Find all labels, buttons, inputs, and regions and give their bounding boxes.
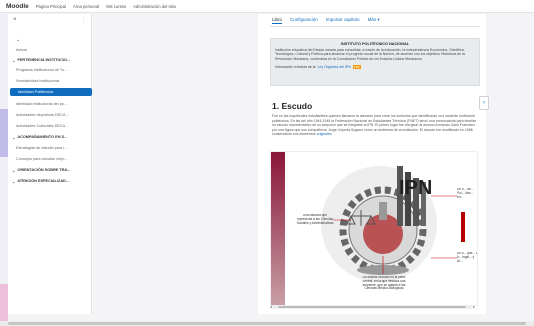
drawer-item-actividades-deportivas[interactable]: Actividades deportivas DECA... — [8, 111, 92, 119]
chevron-right-icon: › — [483, 100, 485, 106]
nav-link-dashboard[interactable]: Área personal — [73, 4, 99, 9]
pdf-icon[interactable]: PDF — [352, 65, 361, 70]
drawer-header: × ⋮ — [8, 14, 91, 26]
chevron-down-icon: ⌄ — [12, 57, 16, 63]
infobox-title: INSTITUTO POLITÉCNICO NACIONAL — [340, 42, 410, 46]
drawer-item-normatividad[interactable]: Normatividad institucional — [8, 77, 92, 85]
escudo-ipn-image: IPN Una balanza que representa a las Cie… — [271, 152, 478, 305]
callout-right-bottom: Un s... que... la b... ingel... y Ar... — [457, 252, 478, 263]
kebab-icon[interactable]: ⋮ — [81, 17, 86, 23]
shield-infographic: IPN Una balanza que representa a las Cie… — [270, 151, 478, 306]
chapter-link[interactable]: originales. — [317, 132, 333, 136]
chapter-text: Fue en las inquietudes estudiantiles qui… — [272, 114, 477, 137]
drawer-item-programa-tutorias[interactable]: Programa institucional de Tu... — [8, 66, 92, 74]
background-decoration — [0, 14, 8, 326]
top-navbar: Moodle Página Principal Área personal Mi… — [0, 0, 534, 13]
figure-scrollbar[interactable] — [272, 305, 472, 309]
tab-importar-capitulo[interactable]: Importar capítulo — [326, 17, 360, 24]
infobox-footer: Información extraída de la Ley Orgánica … — [275, 65, 475, 70]
ipn-letters: IPN — [399, 177, 432, 199]
callout-left: Una balanza que representa a las Ciencia… — [296, 214, 334, 225]
decor-shape-purple — [0, 109, 8, 157]
callout-right-top-wrap: Un e... de... Pol... Nac... en... — [457, 188, 474, 199]
figure-scrollbar-thumb[interactable] — [278, 305, 466, 309]
secondary-navigation: Libro Configuración Importar capítulo Má… — [272, 17, 380, 24]
nav-link-my-courses[interactable]: Mis cursos — [106, 4, 126, 9]
drawer-item-actividades-culturales[interactable]: Actividades Culturales DECA... — [8, 122, 92, 130]
drawer-section-orientacion[interactable]: ⌄ ORIENTACIÓN SOBRE TRA... — [8, 166, 92, 174]
tab-mas[interactable]: Más ▾ — [368, 17, 380, 24]
tab-mas-label: Más — [367, 17, 377, 22]
callout-right-top: Un e... de... Pol... Nac... en... — [457, 188, 474, 199]
next-chapter-button[interactable]: › — [479, 96, 489, 110]
decor-shape-pink — [0, 284, 8, 324]
drawer-section-label: ORIENTACIÓN SOBRE TRA... — [17, 168, 71, 172]
callout-left-wrap: Una balanza que representa a las Ciencia… — [296, 214, 334, 225]
drawer-item-avisos[interactable]: Avisos — [8, 46, 92, 54]
page-horizontal-scrollbar[interactable] — [0, 321, 534, 326]
page-scrollbar-thumb[interactable] — [8, 322, 526, 325]
tabs-divider — [270, 26, 480, 27]
drawer-section-atencion[interactable]: ⌄ ATENCIÓN ESPECIALIZAD... — [8, 177, 92, 185]
tab-libro[interactable]: Libro — [272, 17, 283, 24]
ley-organica-link[interactable]: Ley Orgánica del IPN — [317, 65, 350, 69]
book-content: Libro Configuración Importar capítulo Má… — [258, 14, 486, 314]
nav-link-site-admin[interactable]: Administración del sitio — [133, 4, 176, 9]
drawer-item-identidad-politecnica[interactable]: Identidad Politécnica — [10, 88, 92, 96]
drawer-item-consejos-estudiar[interactable]: Consejos para estudiar mejo... — [8, 155, 92, 163]
drawer-section-label: ATENCIÓN ESPECIALIZAD... — [17, 179, 69, 183]
drawer-section-pertenencia[interactable]: ⌄ PERTENENCIA INSTITUCIO... — [8, 56, 92, 64]
chevron-down-icon: ⌄ — [12, 167, 16, 173]
decor-bar — [271, 152, 285, 305]
tab-configuracion[interactable]: Configuración — [290, 17, 318, 24]
flask-neck — [379, 202, 387, 220]
site-logo[interactable]: Moodle — [6, 3, 29, 10]
drawer-section-label: PERTENENCIA INSTITUCIO... — [17, 58, 71, 62]
callout-bottom-wrap: Un matraz ubicado en la parte central, e… — [362, 276, 406, 291]
drawer-item-estrategias-estudio[interactable]: Estrategias de estudio para l... — [8, 144, 92, 152]
intro-infobox: INSTITUTO POLITÉCNICO NACIONAL Instituci… — [270, 38, 480, 86]
drawer-item-identidad-institucional[interactable]: Identidad institucional del po... — [8, 100, 92, 108]
scroll-right-arrow-icon[interactable]: ▸ — [473, 304, 475, 309]
callout-right-bottom-wrap: Un s... que... la b... ingel... y Ar... — [457, 252, 478, 263]
drawer-section-label: ACOMPAÑAMIENTO EN S... — [17, 135, 68, 139]
chapter-title: 1. Escudo — [272, 101, 313, 111]
course-index-drawer: × ⋮ ⌄ Avisos ⌄ PERTENENCIA INSTITUCIO... … — [8, 14, 92, 314]
nav-link-home[interactable]: Página Principal — [36, 4, 66, 9]
red-strip — [461, 212, 465, 242]
chapter-paragraph: Fue en las inquietudes estudiantiles qui… — [272, 114, 477, 136]
chevron-down-icon: ⌄ — [12, 178, 16, 184]
drawer-section-acompanamiento[interactable]: ⌄ ACOMPAÑAMIENTO EN S... — [8, 133, 92, 141]
chevron-down-icon: ⌄ — [12, 134, 16, 140]
infobox-footer-text: Información extraída de la — [275, 65, 316, 70]
collapse-chevron-icon[interactable]: ⌄ — [8, 36, 92, 44]
close-icon[interactable]: × — [13, 17, 17, 23]
callout-bottom: Un matraz ubicado en la parte central, e… — [362, 276, 406, 291]
infobox-text: Institución educativa del Estado creada … — [275, 48, 465, 61]
